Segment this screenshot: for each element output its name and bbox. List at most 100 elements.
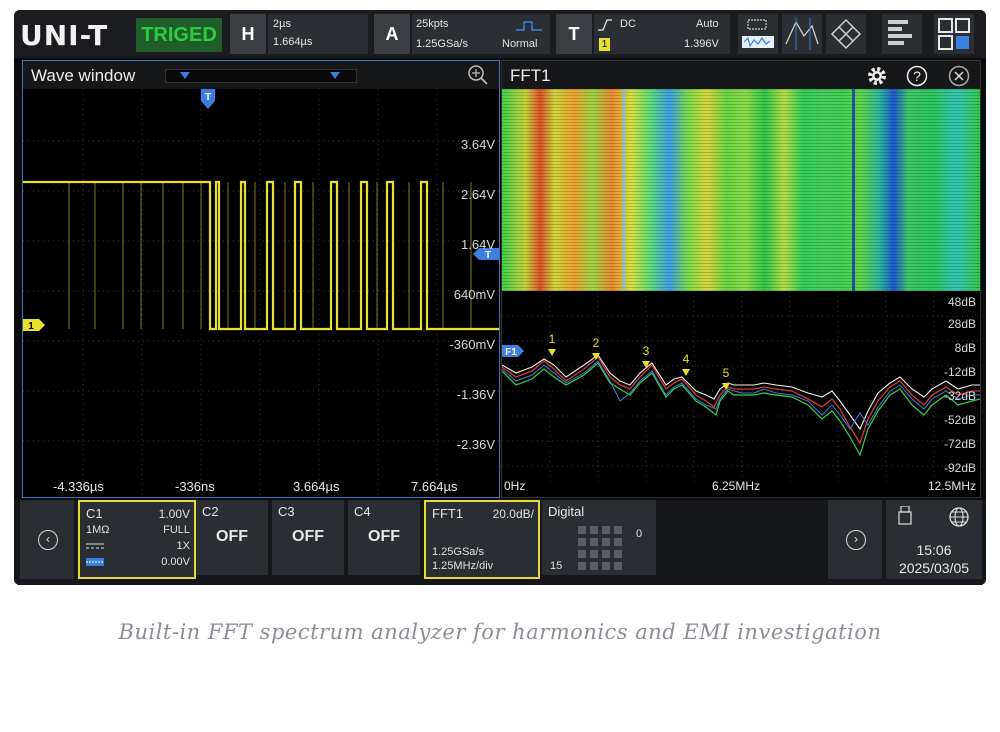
peak-label: 4 bbox=[683, 352, 690, 366]
c3-state: OFF bbox=[292, 528, 324, 545]
x-axis-label: 3.664µs bbox=[293, 479, 340, 494]
scroll-right-button[interactable]: › bbox=[828, 500, 882, 579]
svg-text:F1: F1 bbox=[505, 347, 517, 358]
y-axis-label: -1.36V bbox=[456, 387, 495, 402]
svg-text:T: T bbox=[205, 92, 211, 103]
x-axis-label: -4.336µs bbox=[53, 479, 104, 494]
trigger-source-badge: 1 bbox=[599, 38, 610, 51]
fft1-scale-value: 20.0dB/ bbox=[492, 507, 534, 521]
peak-label: 5 bbox=[723, 366, 730, 380]
acquire-menu-button[interactable]: A bbox=[374, 14, 410, 54]
ch1-glitches bbox=[68, 182, 472, 329]
fft1-card[interactable]: FFT1 20.0dB/ 1.25GSa/s 1.25MHz/div bbox=[424, 500, 540, 579]
digital-label: Digital bbox=[548, 504, 585, 519]
layout-icon[interactable] bbox=[934, 14, 974, 54]
channel-c1-card[interactable]: C1 1.00V 1MΩ FULL 1X 0.00V bbox=[78, 500, 196, 579]
clock-time: 15:06 bbox=[916, 542, 952, 558]
trigger-status-badge[interactable]: TRIGED bbox=[136, 18, 222, 52]
channel-c4-card[interactable]: C4 OFF bbox=[348, 500, 420, 575]
fft-window-header: FFT1 ? bbox=[502, 61, 980, 89]
rising-edge-icon bbox=[598, 19, 612, 31]
top-status-bar: UNI-T TRIGED H 2µs 1.664µs A 25kpts 1.25… bbox=[14, 10, 986, 58]
acquire-settings[interactable]: 25kpts 1.25GSa/s Normal bbox=[412, 14, 550, 54]
measure-icon[interactable] bbox=[738, 14, 778, 54]
c1-offset-value: 0.00V bbox=[161, 556, 190, 568]
ch1-waveform bbox=[23, 180, 499, 331]
clock-date: 2025/03/05 bbox=[898, 560, 970, 576]
svg-text:?: ? bbox=[913, 68, 921, 84]
c4-label: C4 bbox=[354, 504, 371, 519]
wave-window-selector[interactable] bbox=[165, 69, 357, 83]
usb-icon[interactable] bbox=[898, 506, 912, 526]
chevron-left-icon: ‹ bbox=[38, 530, 58, 550]
svg-text:1: 1 bbox=[28, 321, 34, 332]
wave-window-header: Wave window bbox=[23, 61, 499, 89]
coupling-icon bbox=[86, 543, 104, 549]
fft-trace-white bbox=[502, 354, 980, 431]
c1-scale-value: 1.00V bbox=[158, 507, 190, 521]
db-axis-label: 48dB bbox=[947, 295, 976, 309]
wave-window[interactable]: Wave window T 1 T 3.64V 2.64V 1.64V 640m… bbox=[22, 60, 500, 498]
trigger-menu-button[interactable]: T bbox=[556, 14, 592, 54]
horizontal-menu-button[interactable]: H bbox=[230, 14, 266, 54]
horizontal-settings[interactable]: 2µs 1.664µs bbox=[268, 14, 368, 54]
scroll-left-button[interactable]: ‹ bbox=[20, 500, 74, 579]
c1-label: C1 bbox=[86, 506, 103, 521]
fft-window-title: FFT1 bbox=[510, 66, 551, 85]
help-icon[interactable]: ? bbox=[906, 65, 928, 87]
menu-icon[interactable] bbox=[882, 14, 922, 54]
c1-probe-value: 1X bbox=[176, 540, 190, 552]
sample-rate-value: 1.25GSa/s bbox=[416, 38, 468, 50]
cursor-icon[interactable] bbox=[782, 14, 822, 54]
trigger-sweep-value: Auto bbox=[696, 18, 719, 30]
y-axis-label: -2.36V bbox=[456, 437, 495, 452]
trigger-settings[interactable]: DC 1 Auto 1.396V bbox=[594, 14, 730, 54]
acquire-mode-value: Normal bbox=[502, 38, 538, 50]
memory-depth-value: 25kpts bbox=[416, 18, 449, 30]
math-icon[interactable] bbox=[826, 14, 866, 54]
close-icon[interactable] bbox=[948, 65, 970, 87]
chevron-right-icon: › bbox=[846, 530, 866, 550]
db-axis-label: -72dB bbox=[943, 437, 976, 451]
zoom-in-icon[interactable] bbox=[467, 64, 489, 86]
channel-c3-card[interactable]: C3 OFF bbox=[272, 500, 344, 575]
db-axis-label: -92dB bbox=[943, 461, 976, 475]
channel-c2-card[interactable]: C2 OFF bbox=[196, 500, 268, 575]
x-axis-label: 7.664µs bbox=[411, 479, 458, 494]
ch1-offset-marker[interactable]: 1 bbox=[23, 319, 45, 332]
peak-label: 3 bbox=[643, 344, 650, 358]
fft1-rate-value: 1.25GSa/s bbox=[432, 546, 484, 558]
chevron-down-icon bbox=[330, 72, 340, 79]
trigger-position-marker[interactable]: T bbox=[201, 89, 215, 109]
c1-bandwidth-value: FULL bbox=[163, 524, 190, 536]
digital-high-index: 0 bbox=[636, 528, 643, 540]
fft1-label: FFT1 bbox=[432, 506, 464, 521]
ch1-color-icon bbox=[86, 558, 104, 566]
c4-state: OFF bbox=[368, 528, 400, 545]
acquire-mode-icon bbox=[516, 21, 542, 31]
trigger-level-value: 1.396V bbox=[684, 38, 719, 50]
x-axis-label: -336ns bbox=[175, 479, 215, 494]
brand-logo: UNI-T bbox=[20, 19, 109, 52]
db-axis-label: -52dB bbox=[943, 413, 976, 427]
gear-icon[interactable] bbox=[866, 65, 888, 87]
fft-waterfall bbox=[502, 89, 980, 291]
network-icon[interactable] bbox=[948, 506, 970, 528]
trigger-coupling-value: DC bbox=[620, 18, 636, 30]
fft-trace-green bbox=[502, 362, 980, 457]
freq-axis-label: 12.5MHz bbox=[927, 479, 976, 493]
y-axis-label: 640mV bbox=[453, 287, 495, 302]
digital-channels-icon bbox=[578, 526, 622, 570]
oscilloscope-screen: UNI-T TRIGED H 2µs 1.664µs A 25kpts 1.25… bbox=[14, 10, 986, 585]
db-axis-label: -32dB bbox=[943, 389, 976, 403]
peak-label: 2 bbox=[593, 336, 600, 350]
wave-window-title: Wave window bbox=[31, 66, 136, 85]
y-axis-label: 3.64V bbox=[461, 137, 495, 152]
c2-label: C2 bbox=[202, 504, 219, 519]
y-axis-label: -360mV bbox=[449, 337, 495, 352]
digital-card[interactable]: Digital 0 15 bbox=[542, 500, 656, 575]
fft-window[interactable]: FFT1 ? 1 2 3 4 5 F1 48dB 28dB 8dB -12dB … bbox=[501, 60, 981, 498]
c3-label: C3 bbox=[278, 504, 295, 519]
fft-offset-marker[interactable]: F1 bbox=[502, 345, 524, 358]
channel-bar: ‹ C1 1.00V 1MΩ FULL 1X 0.00V C2 OFF C3 O… bbox=[14, 500, 986, 585]
